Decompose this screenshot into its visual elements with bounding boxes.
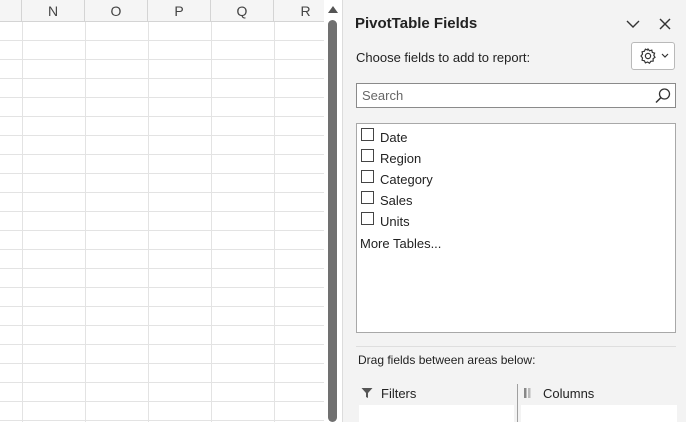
field-checkbox-category[interactable] — [361, 170, 374, 183]
field-label: Sales — [380, 193, 413, 208]
cell-area[interactable] — [0, 22, 324, 422]
field-item-date[interactable]: Date — [361, 126, 661, 146]
field-label: Date — [380, 130, 408, 145]
columns-label: Columns — [543, 386, 595, 401]
excel-window: N O P Q R PivotTable Fields Choose field… — [0, 0, 686, 422]
columns-icon — [523, 387, 535, 399]
field-item-sales[interactable]: Sales — [361, 189, 661, 209]
area-divider — [517, 384, 518, 422]
grid-line — [85, 22, 86, 422]
pivottable-fields-pane: PivotTable Fields Choose fields to add t… — [342, 0, 686, 422]
filters-label: Filters — [381, 386, 417, 401]
field-label: Region — [380, 151, 422, 166]
column-header-n[interactable]: N — [22, 0, 85, 22]
grid-line — [211, 22, 212, 422]
pane-title: PivotTable Fields — [355, 15, 478, 32]
scroll-up-icon[interactable] — [328, 6, 338, 13]
column-header-o[interactable]: O — [85, 0, 148, 22]
column-header-r[interactable]: R — [274, 0, 324, 22]
search-box — [356, 83, 676, 108]
drag-fields-label: Drag fields between areas below: — [358, 353, 536, 367]
column-header-row: N O P Q R — [0, 0, 324, 22]
field-label: Category — [380, 172, 433, 187]
field-checkbox-units[interactable] — [361, 212, 374, 225]
close-icon[interactable] — [655, 14, 675, 34]
column-header-partial[interactable] — [0, 0, 22, 22]
field-list: Date Region Category Sales Units More Ta… — [356, 123, 676, 333]
chevron-down-icon[interactable] — [623, 14, 643, 34]
more-tables-link[interactable]: More Tables... — [360, 236, 441, 251]
columns-drop-area[interactable] — [521, 405, 677, 422]
field-item-category[interactable]: Category — [361, 168, 661, 188]
field-checkbox-sales[interactable] — [361, 191, 374, 204]
field-checkbox-region[interactable] — [361, 149, 374, 162]
field-item-units[interactable]: Units — [361, 210, 661, 230]
scroll-thumb[interactable] — [328, 20, 337, 422]
gear-icon — [640, 47, 669, 65]
field-item-region[interactable]: Region — [361, 147, 661, 167]
field-list-settings-button[interactable] — [631, 42, 675, 70]
worksheet-grid[interactable]: N O P Q R — [0, 0, 324, 422]
section-divider — [356, 346, 676, 347]
field-label: Units — [380, 214, 410, 229]
grid-line — [148, 22, 149, 422]
column-header-p[interactable]: P — [148, 0, 211, 22]
grid-line — [274, 22, 275, 422]
filter-icon — [361, 387, 373, 399]
field-checkbox-date[interactable] — [361, 128, 374, 141]
search-input[interactable] — [357, 84, 647, 107]
vertical-scrollbar[interactable] — [324, 0, 342, 422]
column-header-q[interactable]: Q — [211, 0, 274, 22]
choose-fields-label: Choose fields to add to report: — [356, 50, 531, 65]
filters-drop-area[interactable] — [359, 405, 514, 422]
grid-line — [22, 22, 23, 422]
search-icon[interactable] — [654, 87, 672, 105]
